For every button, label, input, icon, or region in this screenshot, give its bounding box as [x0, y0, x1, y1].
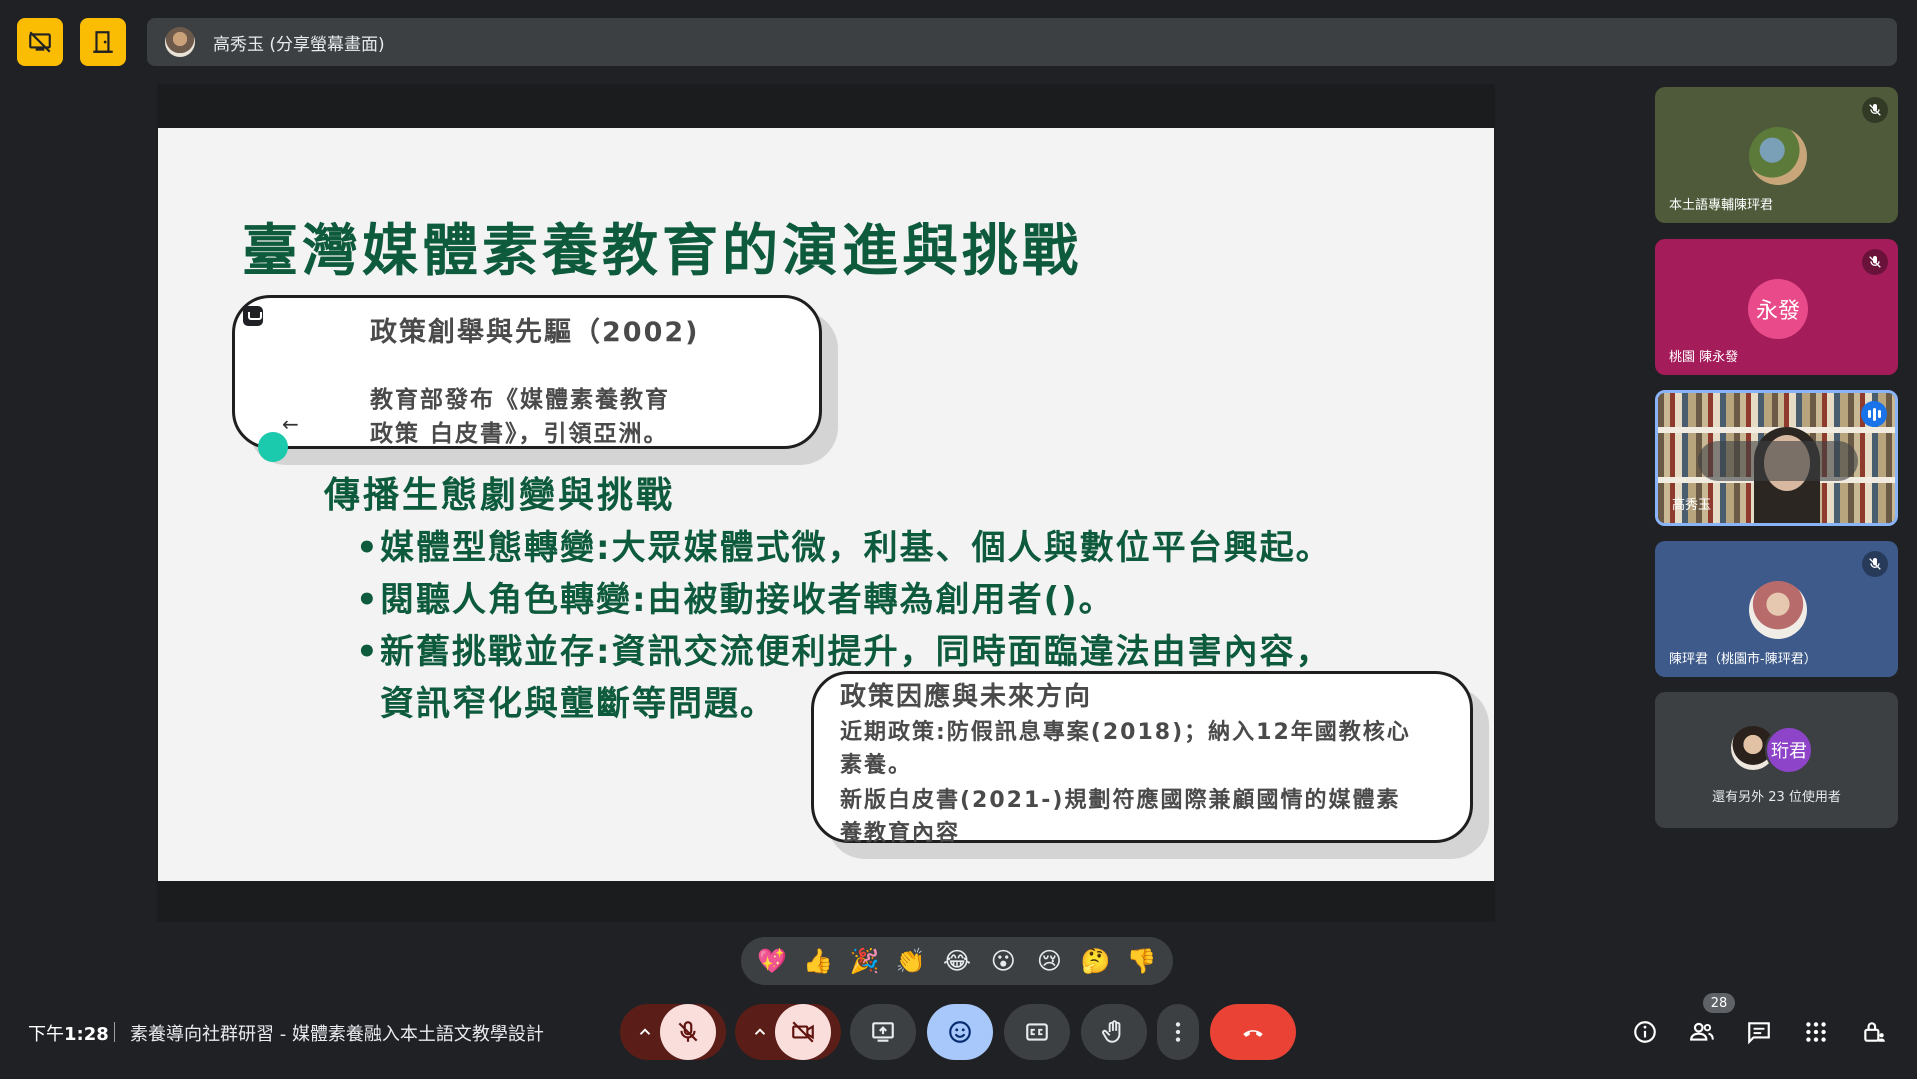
callout-line: 教育部發布《媒體素養教育	[370, 387, 670, 413]
present-screen-icon	[872, 1022, 894, 1042]
more-options-button[interactable]	[1157, 1004, 1199, 1060]
reactions-bar: 💖 👍 🎉 👏 😂 😮 😢 🤔 👎	[741, 937, 1173, 985]
mic-off-icon	[1862, 249, 1888, 275]
presenter-name: 高秀玉 (分享螢幕畫面)	[213, 34, 385, 55]
presentation-slide: 臺灣媒體素養教育的演進與挑戰 政策創舉與先驅（2002) 教育部發布《媒體素養教…	[158, 128, 1494, 881]
camera-control	[735, 1004, 841, 1060]
lock-person-icon	[1864, 1022, 1885, 1042]
camera-off-icon	[792, 1021, 814, 1043]
participant-tile[interactable]: 陳玶君（桃園市-陳玶君）	[1655, 541, 1898, 677]
participant-name: 陳玶君（桃園市-陳玶君）	[1669, 652, 1817, 667]
apps-grid-icon	[1806, 1022, 1826, 1042]
microphone-control	[620, 1004, 726, 1060]
hand-icon	[1102, 1020, 1121, 1043]
participant-tile[interactable]: 永發 桃園 陳永發	[1655, 239, 1898, 375]
bullet-item: •媒體型態轉變:大眾媒體式微，利基、個人與數位平台興起。	[356, 528, 1332, 568]
callout-line: 養教育內容	[840, 821, 961, 846]
chevron-up-icon	[639, 1028, 651, 1035]
callout-line: 近期政策:防假訊息專案(2018)；納入12年國教核心	[840, 720, 1411, 745]
avatar: 永發	[1748, 279, 1808, 339]
mic-toggle-button[interactable]	[660, 1004, 716, 1060]
present-screen-button[interactable]	[850, 1004, 916, 1060]
callout-heading: 政策創舉與先驅（2002)	[370, 317, 700, 348]
tile-hover-controls[interactable]	[1698, 441, 1858, 481]
emoji-reactions-button[interactable]	[927, 1004, 993, 1060]
door-icon	[93, 31, 113, 53]
people-button[interactable]	[1686, 1016, 1718, 1048]
reaction-thumbs-up[interactable]: 👍	[798, 947, 838, 975]
reaction-clap[interactable]: 👏	[891, 947, 931, 975]
participant-name: 桃園 陳永發	[1669, 350, 1739, 365]
presenter-avatar	[165, 27, 195, 57]
chat-button[interactable]	[1743, 1016, 1775, 1048]
meeting-details-button[interactable]	[1629, 1016, 1661, 1048]
hide-self-view-button[interactable]	[17, 18, 63, 66]
reaction-surprised[interactable]: 😮	[983, 947, 1023, 975]
avatar	[1749, 127, 1807, 185]
companion-mode-button[interactable]	[80, 18, 126, 66]
participant-name: 本土語專輔陳玶君	[1669, 198, 1774, 213]
captions-button[interactable]	[1004, 1004, 1070, 1060]
no-screen-icon	[29, 31, 51, 53]
avatar: 珩君	[1765, 726, 1813, 774]
reaction-laugh[interactable]: 😂	[937, 947, 977, 975]
participant-name: 高秀玉	[1672, 498, 1712, 513]
reaction-thumbs-down[interactable]: 👎	[1122, 947, 1162, 975]
arrow-left-icon: ←	[282, 412, 299, 436]
leave-call-button[interactable]	[1210, 1004, 1296, 1060]
avatar	[1749, 581, 1807, 639]
presenter-bar: 高秀玉 (分享螢幕畫面)	[147, 18, 1897, 66]
activities-button[interactable]	[1800, 1016, 1832, 1048]
slide-title: 臺灣媒體素養教育的演進與挑戰	[242, 219, 1082, 284]
bullet-item: 資訊窄化與壟斷等問題。	[380, 684, 776, 724]
people-count-badge: 28	[1703, 993, 1735, 1013]
mic-off-icon	[1862, 97, 1888, 123]
audio-options-button[interactable]	[630, 1004, 660, 1060]
callout-policy-future: 政策因應與未來方向 近期政策:防假訊息專案(2018)；納入12年國教核心 素養…	[811, 671, 1473, 846]
participant-tile-active-speaker[interactable]: 高秀玉	[1655, 390, 1898, 526]
bullet-item: •閱聽人角色轉變:由被動接收者轉為創用者()。	[356, 580, 1115, 620]
callout-heading: 政策因應與未來方向	[840, 682, 1093, 712]
raise-hand-button[interactable]	[1081, 1004, 1147, 1060]
reaction-heart[interactable]: 💖	[752, 947, 792, 975]
callout-line: 素養。	[840, 753, 913, 778]
info-icon	[1634, 1021, 1656, 1043]
people-icon	[1690, 1022, 1714, 1041]
participant-tile[interactable]: 本土語專輔陳玶君	[1655, 87, 1898, 223]
video-options-button[interactable]	[745, 1004, 775, 1060]
tag-icon	[243, 306, 263, 326]
host-controls-button[interactable]	[1858, 1016, 1890, 1048]
closed-captions-icon	[1026, 1023, 1048, 1041]
emoji-icon	[949, 1021, 971, 1043]
reaction-thinking[interactable]: 🤔	[1076, 947, 1116, 975]
meeting-title: 素養導向社群研習 - 媒體素養融入本土語文教學設計	[130, 1024, 544, 1045]
chat-icon	[1748, 1022, 1770, 1045]
chevron-up-icon	[754, 1028, 766, 1035]
reaction-party[interactable]: 🎉	[845, 947, 885, 975]
call-end-icon	[1243, 1030, 1263, 1037]
meeting-time: 下午1:28	[28, 1024, 109, 1045]
camera-toggle-button[interactable]	[775, 1004, 831, 1060]
more-participants-label: 還有另外 23 位使用者	[1712, 790, 1841, 805]
laser-pointer	[258, 432, 288, 462]
more-participants-tile[interactable]: 珩君 還有另外 23 位使用者	[1655, 692, 1898, 828]
callout-policy-origin: 政策創舉與先驅（2002) 教育部發布《媒體素養教育 政策 白皮書》，引領亞洲。	[232, 295, 822, 449]
reaction-sad[interactable]: 😢	[1029, 947, 1069, 975]
divider	[114, 1022, 115, 1042]
more-vert-icon	[1175, 1022, 1181, 1042]
bullet-item: •新舊挑戰並存:資訊交流便利提升，同時面臨違法由害內容，	[356, 632, 1332, 672]
callout-line: 新版白皮書(2021-)規劃符應國際兼顧國情的媒體素	[840, 788, 1401, 813]
speaking-indicator-icon	[1861, 401, 1887, 427]
mic-off-icon	[678, 1021, 698, 1042]
section-heading: 傳播生態劇變與挑戰	[324, 475, 676, 516]
mic-off-icon	[1862, 551, 1888, 577]
callout-line: 政策 白皮書》，引領亞洲。	[370, 421, 669, 447]
